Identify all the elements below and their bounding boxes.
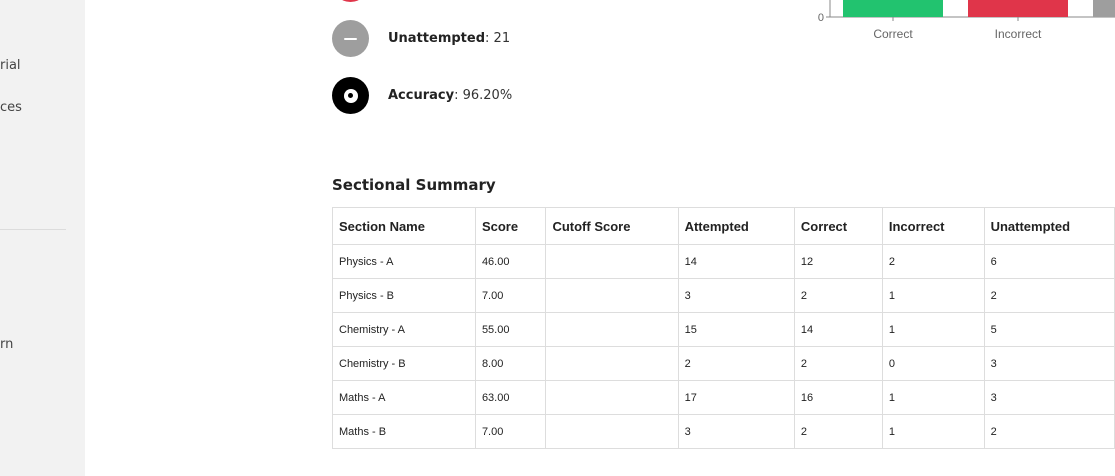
cell-score: 8.00 [474,346,547,381]
cell-score: 7.00 [474,414,547,449]
cell-correct: 14 [793,312,883,347]
chart-bar [1093,0,1115,17]
table-row: Physics - B 7.00 3 2 1 2 [332,278,1115,313]
cell-attempted: 14 [677,244,795,279]
cell-correct: 16 [793,380,883,415]
accuracy-label: Accuracy [388,88,455,103]
cell-attempted: 3 [677,414,795,449]
accuracy-target-icon [332,77,369,114]
th-correct: Correct [793,207,883,245]
cell-cutoff-score [545,278,679,313]
cell-incorrect: 1 [881,278,985,313]
cell-attempted: 15 [677,312,795,347]
th-score: Score [474,207,547,245]
unattempted-stat: Unattempted: 21 [332,20,510,57]
cell-section-name: Chemistry - A [332,312,476,347]
sidebar-divider [0,229,66,230]
chart-bar [968,0,1068,17]
cell-correct: 2 [793,278,883,313]
chart-bar [843,0,943,17]
table-row: Maths - B 7.00 3 2 1 2 [332,414,1115,449]
attempt-bar-chart: 0CorrectIncorrectUr [818,0,1115,41]
cell-score: 63.00 [474,380,547,415]
cell-section-name: Physics - B [332,278,476,313]
sidebar-item-resources[interactable]: ces [0,100,22,115]
th-section-name: Section Name [332,207,476,245]
cell-section-name: Chemistry - B [332,346,476,381]
cell-unattempted: 2 [983,414,1115,449]
sidebar-item-pattern[interactable]: rn [0,337,13,352]
chart-x-tick-label: Correct [873,27,913,41]
cell-score: 55.00 [474,312,547,347]
cell-cutoff-score [545,312,679,347]
cell-score: 46.00 [474,244,547,279]
cell-section-name: Maths - B [332,414,476,449]
th-incorrect: Incorrect [881,207,985,245]
cell-incorrect: 1 [881,312,985,347]
incorrect-stat-icon [332,0,369,2]
table-row: Chemistry - B 8.00 2 2 0 3 [332,346,1115,381]
cell-unattempted: 3 [983,380,1115,415]
accuracy-value: : 96.20% [454,88,513,103]
cell-cutoff-score [545,414,679,449]
cell-incorrect: 0 [881,346,985,381]
cell-incorrect: 2 [881,244,985,279]
table-row: Physics - A 46.00 14 12 2 6 [332,244,1115,279]
cell-correct: 2 [793,346,883,381]
chart-x-tick-label: Incorrect [995,27,1042,41]
cell-section-name: Physics - A [332,244,476,279]
cell-unattempted: 5 [983,312,1115,347]
cell-incorrect: 1 [881,380,985,415]
table-row: Maths - A 63.00 17 16 1 3 [332,380,1115,415]
cell-cutoff-score [545,346,679,381]
cell-attempted: 17 [677,380,795,415]
cell-section-name: Maths - A [332,380,476,415]
cell-correct: 12 [793,244,883,279]
cell-score: 7.00 [474,278,547,313]
chart-y-tick-label: 0 [818,12,824,24]
table-header-row: Section Name Score Cutoff Score Attempte… [332,207,1115,245]
th-cutoff-score: Cutoff Score [545,207,679,245]
unattempted-label: Unattempted [388,31,486,46]
cell-unattempted: 2 [983,278,1115,313]
cell-cutoff-score [545,380,679,415]
cell-attempted: 3 [677,278,795,313]
unattempted-value: : 21 [485,31,511,46]
cell-incorrect: 1 [881,414,985,449]
th-attempted: Attempted [677,207,795,245]
cell-correct: 2 [793,414,883,449]
th-unattempted: Unattempted [983,207,1115,245]
cell-attempted: 2 [677,346,795,381]
sidebar: rial ces rn [0,0,85,476]
sectional-summary-table: Section Name Score Cutoff Score Attempte… [332,207,1115,449]
accuracy-stat: Accuracy: 96.20% [332,77,512,114]
cell-cutoff-score [545,244,679,279]
table-row: Chemistry - A 55.00 15 14 1 5 [332,312,1115,347]
cell-unattempted: 6 [983,244,1115,279]
sectional-summary-title: Sectional Summary [332,176,496,194]
unattempted-icon [332,20,369,57]
sidebar-item-material[interactable]: rial [0,58,21,73]
cell-unattempted: 3 [983,346,1115,381]
